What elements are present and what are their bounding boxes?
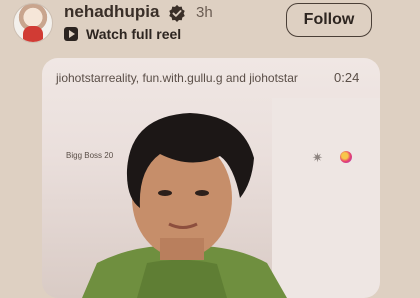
reel-duration: 0:24 (334, 70, 360, 85)
reel-video[interactable]: jiohotstarreality, fun.with.gullu.g and … (42, 58, 380, 298)
post-time: 3h (196, 4, 213, 21)
video-frame-person (82, 98, 380, 298)
sparkle-icon: ✷ (312, 150, 323, 165)
avatar-figure (23, 26, 43, 42)
follow-button[interactable]: Follow (286, 3, 372, 37)
username[interactable]: nehadhupia (64, 2, 159, 22)
reel-play-icon (64, 27, 78, 41)
channel-logo-icon (340, 151, 352, 163)
show-watermark: Bigg Boss 20 (66, 151, 114, 160)
watch-full-reel-label: Watch full reel (86, 26, 182, 42)
avatar[interactable] (13, 3, 53, 43)
watch-full-reel-link[interactable]: Watch full reel (64, 24, 181, 44)
reel-caption: jiohotstarreality, fun.with.gullu.g and … (56, 71, 298, 85)
verified-badge-icon (169, 4, 185, 22)
